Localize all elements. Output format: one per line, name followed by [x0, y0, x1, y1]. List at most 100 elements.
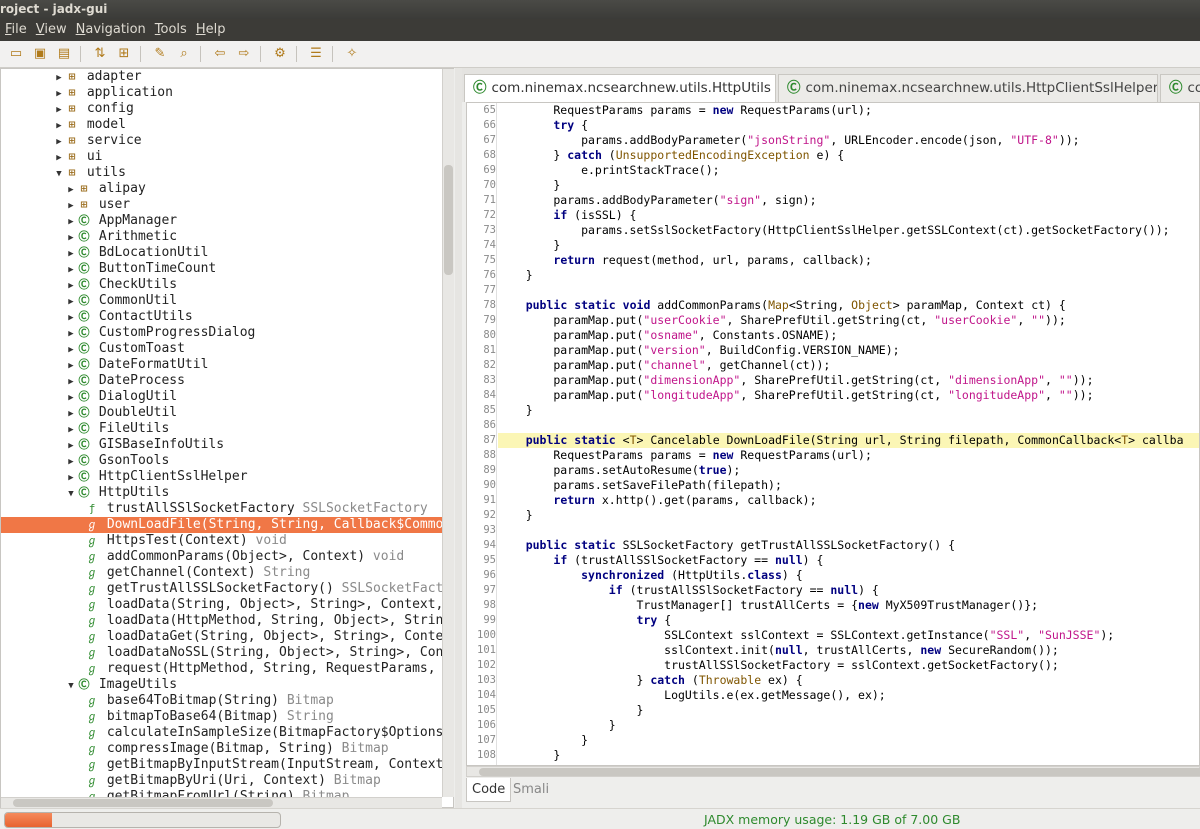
expand-arrow-icon[interactable]: ▶	[65, 342, 77, 358]
search-class-button[interactable]: ⌕	[176, 46, 192, 62]
tree-class-item[interactable]: ▶ Ⓒ BdLocationUtil	[1, 245, 442, 261]
tree-class-item[interactable]: ▶ Ⓒ CustomProgressDialog	[1, 325, 442, 341]
editor-tab[interactable]: Ⓒcom.ninemax.ncsearchnew.utils.HttpUtils…	[464, 74, 776, 102]
editor-tab[interactable]: Ⓒcom.ninemax.ncsearchnew.utils.HttpClien…	[778, 74, 1158, 102]
tree-package-item[interactable]: ▶ ⊞ application	[1, 85, 442, 101]
tree-package-item[interactable]: ▶ ⊞ alipay	[1, 181, 442, 197]
expand-arrow-icon[interactable]: ▶	[65, 326, 77, 342]
tree-class-item[interactable]: ▶ Ⓒ GISBaseInfoUtils	[1, 437, 442, 453]
code-line[interactable]: TrustManager[] trustAllCerts = {new MyX5…	[498, 598, 1199, 613]
code-line[interactable]: if (isSSL) {	[498, 208, 1199, 223]
code-line[interactable]: }	[498, 238, 1199, 253]
editor-tab[interactable]: Ⓒco	[1160, 74, 1200, 102]
code-line[interactable]: public static void addCommonParams(Map<S…	[498, 298, 1199, 313]
tree-class-item[interactable]: ▶ Ⓒ Arithmetic	[1, 229, 442, 245]
expand-arrow-icon[interactable]: ▶	[65, 262, 77, 278]
search-text-button[interactable]: ✎	[152, 46, 168, 62]
tree-method-item[interactable]: ℊ calculateInSampleSize(BitmapFactory$Op…	[1, 725, 443, 741]
tree-class-item[interactable]: ▶ Ⓒ CommonUtil	[1, 293, 442, 309]
tree-class-item[interactable]: ▶ Ⓒ ButtonTimeCount	[1, 261, 442, 277]
tree-method-item[interactable]: ℊ base64ToBitmap(String) Bitmap	[1, 693, 442, 709]
tree-method-item[interactable]: ℊ getTrustAllSSLSocketFactory() SSLSocke…	[1, 581, 443, 597]
tab-smali[interactable]: Smali	[508, 778, 554, 802]
expand-arrow-icon[interactable]: ▶	[65, 182, 77, 198]
code-line[interactable]: paramMap.put("userCookie", SharePrefUtil…	[498, 313, 1199, 328]
code-line[interactable]: params.addBodyParameter("jsonString", UR…	[498, 133, 1199, 148]
expand-arrow-icon[interactable]: ▶	[53, 134, 65, 150]
code-line[interactable]: synchronized (HttpUtils.class) {	[498, 568, 1199, 583]
code-line[interactable]: if (trustAllSSlSocketFactory == null) {	[498, 553, 1199, 568]
tree-method-item[interactable]: ℊ loadDataNoSSL(String, Object>, String>…	[1, 645, 443, 661]
tree-class-item[interactable]: ▶ Ⓒ DoubleUtil	[1, 405, 442, 421]
code-line[interactable]: sslContext.init(null, trustAllCerts, new…	[498, 643, 1199, 658]
code-line[interactable]: params.setAutoResume(true);	[498, 463, 1199, 478]
menu-help[interactable]: Help	[196, 19, 226, 41]
tree-vertical-scroll-thumb[interactable]	[444, 165, 453, 275]
code-line[interactable]: params.setSaveFilePath(filepath);	[498, 478, 1199, 493]
expand-arrow-icon[interactable]: ▶	[65, 214, 77, 230]
code-line[interactable]: paramMap.put("version", BuildConfig.VERS…	[498, 343, 1199, 358]
sync-button[interactable]: ⇅	[92, 46, 108, 62]
code-editor[interactable]: 65 66 67 68 69 70 71 72 73 74 75 76 77 78 79 80 81 82 83 84…	[466, 102, 1200, 766]
code-line[interactable]: return x.http().get(params, callback);	[498, 493, 1199, 508]
code-line[interactable]: paramMap.put("dimensionApp", SharePrefUt…	[498, 373, 1199, 388]
tree-method-item[interactable]: ℊ getBitmapFromUrl(String) Bitmap	[1, 789, 442, 797]
expand-arrow-icon[interactable]: ▶	[65, 230, 77, 246]
menu-tools[interactable]: Tools	[155, 19, 187, 41]
forward-button[interactable]: ⇨	[236, 46, 252, 62]
tree-method-item[interactable]: ℊ getChannel(Context) String	[1, 565, 442, 581]
tree-method-item[interactable]: ℊ getBitmapByInputStream(InputStream, Co…	[1, 757, 443, 773]
code-area[interactable]: RequestParams params = new RequestParams…	[498, 103, 1199, 765]
expand-arrow-icon[interactable]: ▶	[53, 150, 65, 166]
tree-class-item[interactable]: ▶ Ⓒ GsonTools	[1, 453, 442, 469]
expand-arrow-icon[interactable]: ▶	[65, 294, 77, 310]
code-horizontal-scroll-thumb[interactable]	[479, 768, 1200, 776]
code-line[interactable]: RequestParams params = new RequestParams…	[498, 103, 1199, 118]
code-horizontal-scrollbar[interactable]	[466, 766, 1200, 777]
code-line[interactable]	[498, 283, 1199, 298]
code-line[interactable]: }	[498, 508, 1199, 523]
code-line[interactable]: paramMap.put("channel", getChannel(ct));	[498, 358, 1199, 373]
tree-method-item[interactable]: ℊ compressImage(Bitmap, String) Bitmap	[1, 741, 442, 757]
code-line[interactable]	[498, 418, 1199, 433]
tree-package-item[interactable]: ▶ ⊞ ui	[1, 149, 442, 165]
tree-horizontal-scrollbar[interactable]	[1, 797, 442, 808]
code-line[interactable]	[498, 523, 1199, 538]
tree-class-item[interactable]: ▶ Ⓒ ContactUtils	[1, 309, 442, 325]
expand-arrow-icon[interactable]: ▶	[53, 102, 65, 118]
code-line[interactable]: try {	[498, 613, 1199, 628]
code-line[interactable]: } catch (UnsupportedEncodingException e)…	[498, 148, 1199, 163]
expand-arrow-icon[interactable]: ▶	[65, 310, 77, 326]
open-button[interactable]: ▭	[8, 46, 24, 62]
log-button[interactable]: ☰	[308, 46, 324, 62]
tab-code[interactable]: Code	[466, 778, 512, 802]
expand-arrow-icon[interactable]: ▶	[65, 198, 77, 214]
tree-vertical-scrollbar[interactable]	[442, 69, 454, 797]
tree-class-item[interactable]: ▶ Ⓒ FileUtils	[1, 421, 442, 437]
tree-method-item[interactable]: ℊ HttpsTest(Context) void	[1, 533, 442, 549]
expand-arrow-icon[interactable]: ▶	[65, 358, 77, 374]
tree-method-item[interactable]: ℊ bitmapToBase64(Bitmap) String	[1, 709, 442, 725]
tree-package-item[interactable]: ▶ ⊞ model	[1, 117, 442, 133]
code-line[interactable]: if (trustAllSSlSocketFactory == null) {	[498, 583, 1199, 598]
deobfuscation-button[interactable]: ⚙	[272, 46, 288, 62]
back-button[interactable]: ⇦	[212, 46, 228, 62]
collapse-arrow-icon[interactable]: ▼	[53, 166, 65, 182]
menu-view[interactable]: View	[36, 19, 67, 41]
tree-package-item[interactable]: ▶ ⊞ adapter	[1, 69, 442, 85]
tree-method-item[interactable]: ℊ DownLoadFile(String, String, Callback$…	[1, 517, 442, 533]
code-line[interactable]: }	[498, 718, 1199, 733]
project-tree[interactable]: ▶ ⊞ adapter ▶ ⊞ application ▶ ⊞ config ▶ ⊞ mode…	[1, 69, 442, 797]
expand-arrow-icon[interactable]: ▶	[53, 118, 65, 134]
code-line[interactable]: public static SSLSocketFactory getTrustA…	[498, 538, 1199, 553]
expand-arrow-icon[interactable]: ▶	[65, 374, 77, 390]
code-line[interactable]: }	[498, 748, 1199, 763]
tree-class-item[interactable]: ▶ Ⓒ DateProcess	[1, 373, 442, 389]
tree-class-item[interactable]: ▶ Ⓒ DialogUtil	[1, 389, 442, 405]
tree-package-item[interactable]: ▼ ⊞ utils	[1, 165, 442, 181]
tree-class-item[interactable]: ▶ Ⓒ AppManager	[1, 213, 442, 229]
tree-class-item[interactable]: ▼ Ⓒ HttpUtils	[1, 485, 442, 501]
tree-horizontal-scroll-thumb[interactable]	[13, 799, 273, 807]
save-all-button[interactable]: ▤	[56, 46, 72, 62]
expand-arrow-icon[interactable]: ▶	[65, 390, 77, 406]
